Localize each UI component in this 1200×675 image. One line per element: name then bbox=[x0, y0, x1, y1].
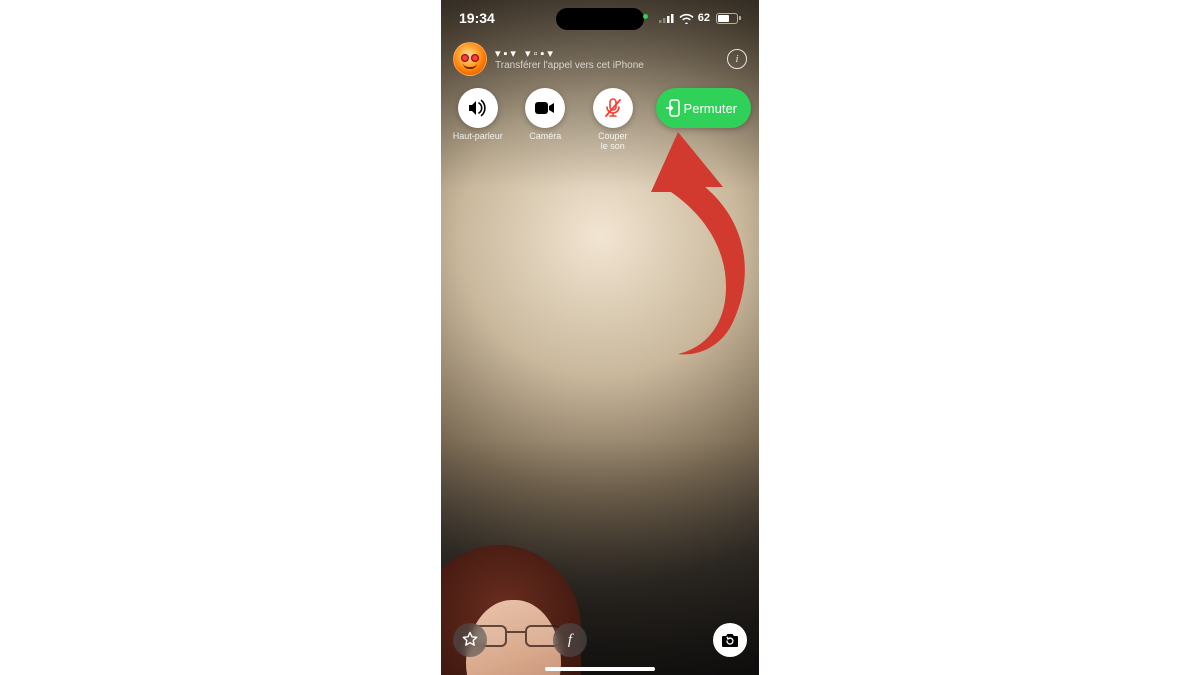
speaker-label: Haut-parleur bbox=[453, 132, 503, 142]
caller-name: ▾▪▾ ▾▫▪▾ bbox=[495, 47, 719, 60]
video-icon bbox=[534, 101, 556, 115]
bottom-toolbar: f bbox=[453, 623, 747, 657]
effects-button[interactable] bbox=[453, 623, 487, 657]
wifi-icon bbox=[679, 13, 694, 24]
control-mute: Couper le son bbox=[584, 88, 642, 152]
flip-camera-icon bbox=[720, 632, 740, 648]
caller-banner[interactable]: ▾▪▾ ▾▫▪▾ Transférer l'appel vers cet iPh… bbox=[453, 42, 747, 76]
function-icon: f bbox=[568, 632, 572, 649]
mute-label: Couper le son bbox=[598, 132, 628, 152]
annotation-arrow bbox=[623, 122, 759, 352]
mute-button[interactable] bbox=[593, 88, 633, 128]
battery-percent-label: 62 bbox=[698, 12, 710, 24]
info-icon[interactable]: i bbox=[727, 49, 747, 69]
swap-button[interactable]: Permuter bbox=[656, 88, 751, 128]
camera-button[interactable] bbox=[525, 88, 565, 128]
phone-screen: 19:34 62 bbox=[441, 0, 759, 675]
flip-camera-button[interactable] bbox=[713, 623, 747, 657]
avatar bbox=[453, 42, 487, 76]
control-speaker: Haut-parleur bbox=[449, 88, 507, 142]
control-camera: Caméra bbox=[517, 88, 575, 142]
cellular-icon bbox=[659, 13, 675, 23]
function-button[interactable]: f bbox=[553, 623, 587, 657]
status-time: 19:34 bbox=[459, 10, 495, 26]
battery-icon bbox=[716, 13, 741, 24]
star-icon bbox=[461, 631, 479, 649]
speaker-button[interactable] bbox=[458, 88, 498, 128]
home-indicator[interactable] bbox=[545, 667, 655, 671]
camera-label: Caméra bbox=[529, 132, 561, 142]
caller-text: ▾▪▾ ▾▫▪▾ Transférer l'appel vers cet iPh… bbox=[495, 47, 719, 71]
mic-off-icon bbox=[604, 98, 622, 118]
dynamic-island bbox=[556, 8, 644, 30]
speaker-icon bbox=[467, 99, 489, 117]
swap-label: Permuter bbox=[684, 101, 737, 116]
swap-icon bbox=[666, 99, 680, 117]
call-controls: Haut-parleur Caméra bbox=[449, 88, 751, 152]
caller-subtitle: Transférer l'appel vers cet iPhone bbox=[495, 60, 719, 71]
status-right: 62 bbox=[659, 12, 741, 24]
